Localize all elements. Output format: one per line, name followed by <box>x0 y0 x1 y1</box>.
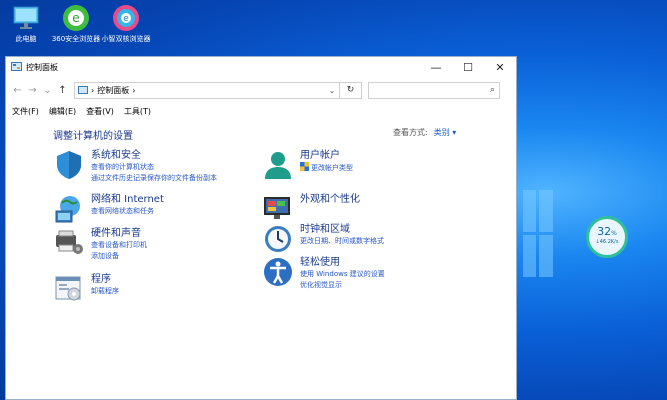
category-title[interactable]: 时钟和区域 <box>300 223 384 236</box>
maximize-button[interactable]: ☐ <box>452 57 484 77</box>
category-link[interactable]: 通过文件历史记录保存你的文件备份副本 <box>91 173 217 184</box>
search-input[interactable]: ⌕ <box>368 81 500 99</box>
category-title[interactable]: 程序 <box>91 273 119 286</box>
category-link[interactable]: 查看设备和打印机 <box>91 240 147 251</box>
gauge-unit: % <box>611 230 617 237</box>
windows-logo-decoration <box>523 190 553 278</box>
category-hardware-sound: 硬件和声音 查看设备和打印机 添加设备 <box>53 227 147 262</box>
back-arrow-icon[interactable]: ← <box>10 85 25 96</box>
title-bar[interactable]: 控制面板 — ☐ ✕ <box>6 57 516 77</box>
address-bar[interactable]: › 控制面板 › ⌄ <box>74 81 340 99</box>
gauge-speed: ↓46.2K/s <box>595 239 619 245</box>
navigation-bar: ← → ⌄ ↑ › 控制面板 › ⌄ ↻ ⌕ <box>6 77 516 103</box>
address-dropdown-icon[interactable]: ⌄ <box>325 86 339 95</box>
forward-arrow-icon[interactable]: → <box>25 85 40 96</box>
desktop-icon-label: 此电脑 <box>15 35 37 43</box>
category-title[interactable]: 系统和安全 <box>91 149 217 162</box>
close-button[interactable]: ✕ <box>484 57 516 77</box>
uac-shield-icon <box>300 162 309 171</box>
category-clock-region: 时钟和区域 更改日期、时间或数字格式 <box>262 223 384 255</box>
desktop-icon-xiaozhi-browser[interactable]: e 小智双核浏览器 <box>100 4 152 44</box>
search-icon[interactable]: ⌕ <box>490 85 495 95</box>
category-appearance: 外观和个性化 <box>262 193 360 225</box>
breadcrumb-control-panel[interactable]: 控制面板 <box>97 85 129 96</box>
menu-view[interactable]: 查看(V) <box>86 106 114 117</box>
breadcrumb-separator[interactable]: › <box>91 86 94 95</box>
category-user-accounts: 用户帐户 更改帐户类型 <box>262 149 353 181</box>
category-link-text: 更改帐户类型 <box>311 164 353 172</box>
category-title[interactable]: 网络和 Internet <box>91 193 164 206</box>
menu-edit[interactable]: 编辑(E) <box>49 106 76 117</box>
window-title: 控制面板 <box>26 62 58 72</box>
category-title[interactable]: 外观和个性化 <box>300 193 360 206</box>
control-panel-small-icon <box>78 86 88 94</box>
ease-of-access-icon <box>264 258 292 286</box>
category-title[interactable]: 用户帐户 <box>300 149 353 162</box>
view-by-label: 查看方式: <box>393 128 428 137</box>
category-title[interactable]: 硬件和声音 <box>91 227 147 240</box>
control-panel-window: 控制面板 — ☐ ✕ ← → ⌄ ↑ › 控制面板 › ⌄ ↻ ⌕ 文件(F) … <box>5 56 517 400</box>
browser-xiaozhi-icon: e <box>113 5 139 31</box>
view-by: 查看方式: 类别 ▾ <box>393 127 456 138</box>
category-ease-of-access: 轻松使用 使用 Windows 建议的设置 优化视觉显示 <box>262 256 385 291</box>
desktop-icon-360-browser[interactable]: e 360安全浏览器 <box>50 4 102 44</box>
desktop-icon-this-pc[interactable]: 此电脑 <box>0 4 52 44</box>
category-link[interactable]: 查看你的计算机状态 <box>91 162 217 173</box>
category-link[interactable]: 使用 Windows 建议的设置 <box>300 269 385 280</box>
monitor-icon <box>13 6 39 29</box>
menu-file[interactable]: 文件(F) <box>12 106 39 117</box>
svg-text:e: e <box>123 14 129 24</box>
network-icon <box>55 196 80 223</box>
category-link[interactable]: 更改帐户类型 <box>300 162 353 174</box>
category-system-security: 系统和安全 查看你的计算机状态 通过文件历史记录保存你的文件备份副本 <box>53 149 217 184</box>
system-security-icon <box>57 151 81 179</box>
svg-text:e: e <box>72 11 79 25</box>
category-network-internet: 网络和 Internet 查看网络状态和任务 <box>53 193 164 225</box>
refresh-icon[interactable]: ↻ <box>340 81 362 99</box>
programs-icon <box>55 276 81 301</box>
category-link[interactable]: 更改日期、时间或数字格式 <box>300 236 384 247</box>
gauge-percent: 32 <box>597 225 612 238</box>
category-link[interactable]: 添加设备 <box>91 251 147 262</box>
category-link[interactable]: 查看网络状态和任务 <box>91 206 164 217</box>
desktop-icon-label: 小智双核浏览器 <box>101 35 151 43</box>
category-programs: 程序 卸载程序 <box>53 273 119 305</box>
hardware-sound-icon <box>56 230 83 254</box>
desktop-icon-label: 360安全浏览器 <box>51 35 101 43</box>
user-accounts-icon <box>265 152 291 179</box>
recent-locations-chevron-icon[interactable]: ⌄ <box>40 85 55 96</box>
page-title: 调整计算机的设置 <box>53 131 133 142</box>
category-link[interactable]: 卸载程序 <box>91 286 119 297</box>
breadcrumb-separator[interactable]: › <box>132 86 135 95</box>
clock-region-icon <box>265 226 291 252</box>
browser-360-icon: e <box>63 5 89 31</box>
network-speed-gauge[interactable]: 32% ↓46.2K/s <box>586 216 628 258</box>
menu-bar: 文件(F) 编辑(E) 查看(V) 工具(T) <box>6 103 516 119</box>
appearance-icon <box>264 197 290 219</box>
menu-tools[interactable]: 工具(T) <box>124 106 151 117</box>
up-arrow-icon[interactable]: ↑ <box>55 85 70 96</box>
category-link[interactable]: 优化视觉显示 <box>300 280 385 291</box>
category-title[interactable]: 轻松使用 <box>300 256 385 269</box>
minimize-button[interactable]: — <box>420 57 452 77</box>
control-panel-icon <box>11 62 22 71</box>
view-by-dropdown[interactable]: 类别 ▾ <box>434 128 457 137</box>
